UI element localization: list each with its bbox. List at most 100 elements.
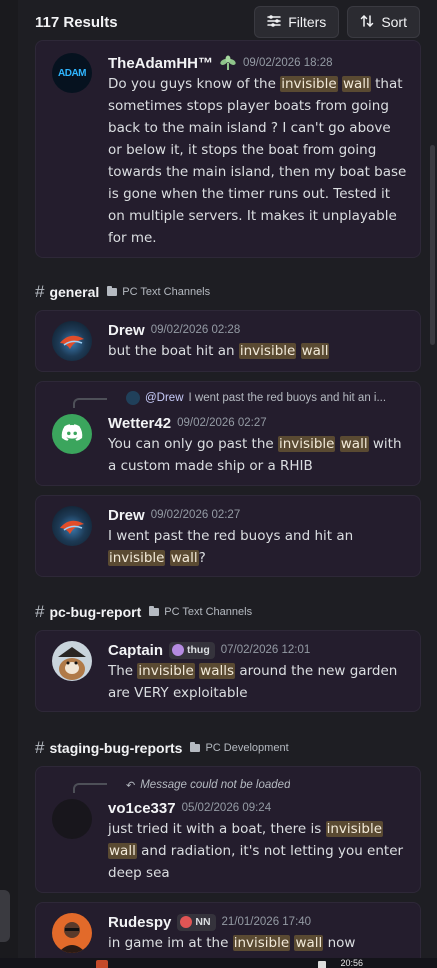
author-name[interactable]: Wetter42 bbox=[108, 415, 171, 432]
reply-connector bbox=[73, 398, 107, 408]
author-name[interactable]: vo1ce337 bbox=[108, 800, 176, 817]
author-name[interactable]: Drew bbox=[108, 322, 145, 339]
filters-button[interactable]: Filters bbox=[254, 6, 340, 38]
avatar[interactable] bbox=[52, 913, 92, 953]
channel-category: PC Text Channels bbox=[122, 286, 211, 298]
search-highlight: invisible bbox=[108, 550, 166, 566]
result-card[interactable]: Drew 09/02/2026 02:28 but the boat hit a… bbox=[35, 310, 421, 372]
search-highlight: wall bbox=[169, 550, 199, 566]
reply-avatar bbox=[126, 391, 140, 405]
message-text-segment: just tried it with a boat, there is bbox=[108, 821, 326, 837]
filters-label: Filters bbox=[288, 14, 327, 30]
message-timestamp: 09/02/2026 02:27 bbox=[150, 509, 241, 521]
hash-icon: # bbox=[35, 602, 45, 621]
results-scrollbar[interactable] bbox=[430, 145, 435, 345]
avatar[interactable] bbox=[52, 321, 92, 361]
reply-author: @Drew bbox=[145, 392, 184, 404]
search-highlight: invisible bbox=[137, 663, 195, 679]
avatar[interactable] bbox=[52, 414, 92, 454]
reply-connector bbox=[73, 783, 107, 793]
message-text-segment: I went past the red buoys and hit an bbox=[108, 528, 354, 544]
left-edge-handle bbox=[0, 890, 10, 942]
result-card[interactable]: Captain thug 07/02/2026 12:01 The invisi… bbox=[35, 630, 421, 712]
avatar-logo-text: ADAM bbox=[58, 67, 87, 79]
left-edge-strip bbox=[0, 0, 18, 968]
message-timestamp: 05/02/2026 09:24 bbox=[181, 802, 272, 814]
message-content: Do you guys know of the invisible wall t… bbox=[108, 73, 408, 249]
avatar[interactable] bbox=[52, 799, 92, 839]
message-text-segment: in game im at the bbox=[108, 935, 233, 951]
message-timestamp: 21/01/2026 17:40 bbox=[221, 916, 312, 928]
message-content: just tried it with a boat, there is invi… bbox=[108, 818, 408, 884]
message-text-segment: that sometimes stops player boats from g… bbox=[108, 76, 407, 246]
clan-tag-badge[interactable]: thug bbox=[169, 641, 215, 659]
skull-icon bbox=[172, 644, 185, 656]
message-text-segment: now bbox=[323, 935, 356, 951]
avatar[interactable] bbox=[52, 641, 92, 681]
message-text-segment bbox=[296, 343, 300, 359]
folder-icon bbox=[190, 742, 201, 752]
search-highlight: wall bbox=[294, 935, 324, 951]
message-text-segment: ? bbox=[198, 550, 206, 566]
sort-button[interactable]: Sort bbox=[347, 6, 420, 38]
taskbar-clock: 20:56 bbox=[340, 958, 363, 968]
message-text-segment: but the boat hit an bbox=[108, 343, 239, 359]
clan-tag-label: NN bbox=[195, 916, 211, 928]
taskbar-tray-icon[interactable] bbox=[318, 961, 326, 968]
search-highlight: invisible bbox=[232, 935, 291, 951]
message-timestamp: 09/02/2026 02:27 bbox=[177, 417, 267, 429]
reply-arrow-icon: ↶ bbox=[126, 779, 136, 792]
message-text-segment: Do you guys know of the bbox=[108, 76, 281, 92]
message-content: You can only go past the invisible wall … bbox=[108, 433, 408, 477]
author-name[interactable]: Drew bbox=[108, 507, 145, 524]
avatar[interactable] bbox=[52, 506, 92, 546]
result-card[interactable]: ADAM TheAdamHH™ 09/02/2026 18:28 Do you … bbox=[35, 40, 421, 258]
result-card[interactable]: @Drew I went past the red buoys and hit … bbox=[35, 381, 421, 486]
message-content: I went past the red buoys and hit an inv… bbox=[108, 525, 408, 569]
result-card[interactable]: Drew 09/02/2026 02:27 I went past the re… bbox=[35, 495, 421, 577]
message-content: The invisible walls around the new garde… bbox=[108, 660, 408, 704]
os-taskbar: 20:56 bbox=[0, 958, 437, 968]
search-highlight: wall bbox=[300, 343, 330, 359]
search-results-panel: 117 Results Filters Sort ADAM TheAdamHH™ bbox=[18, 0, 437, 968]
reply-preview[interactable]: @Drew I went past the red buoys and hit … bbox=[126, 390, 408, 406]
clan-tag-label: thug bbox=[187, 644, 210, 656]
message-content: but the boat hit an invisible wall bbox=[108, 340, 408, 362]
author-name[interactable]: TheAdamHH™ bbox=[108, 55, 213, 72]
channel-name: general bbox=[49, 284, 100, 300]
hash-icon: # bbox=[35, 282, 45, 301]
skull-icon bbox=[180, 916, 193, 928]
taskbar-app-icon[interactable] bbox=[96, 960, 108, 968]
results-count: 117 Results bbox=[35, 13, 118, 31]
sort-arrows-icon bbox=[360, 14, 374, 31]
clan-tag-badge[interactable]: NN bbox=[177, 913, 216, 931]
hash-icon: # bbox=[35, 738, 45, 757]
message-text-segment: and radiation, it's not letting you ente… bbox=[108, 843, 404, 881]
channel-name: staging-bug-reports bbox=[49, 740, 183, 756]
message-timestamp: 09/02/2026 18:28 bbox=[243, 57, 333, 69]
search-highlight: wall bbox=[341, 76, 371, 92]
server-tag-plant-icon bbox=[219, 55, 237, 71]
channel-header[interactable]: # staging-bug-reports PC Development bbox=[35, 738, 289, 758]
author-name[interactable]: Rudespy bbox=[108, 914, 171, 931]
result-card[interactable]: ↶ Message could not be loaded vo1ce337 0… bbox=[35, 766, 421, 893]
channel-name: pc-bug-report bbox=[49, 604, 142, 620]
channel-category: PC Text Channels bbox=[164, 606, 253, 618]
avatar[interactable]: ADAM bbox=[52, 53, 92, 93]
search-highlight: wall bbox=[339, 436, 369, 452]
sliders-icon bbox=[267, 14, 281, 31]
channel-header[interactable]: # general PC Text Channels bbox=[35, 282, 210, 302]
channel-header[interactable]: # pc-bug-report PC Text Channels bbox=[35, 602, 252, 622]
message-timestamp: 09/02/2026 02:28 bbox=[150, 324, 241, 336]
sort-label: Sort bbox=[381, 14, 407, 30]
reply-text: Message could not be loaded bbox=[140, 779, 291, 791]
results-header: 117 Results Filters Sort bbox=[18, 0, 437, 44]
discord-logo-icon bbox=[61, 423, 83, 445]
message-text-segment: You can only go past the bbox=[108, 436, 278, 452]
channel-category: PC Development bbox=[205, 742, 289, 754]
search-highlight: invisible bbox=[238, 343, 297, 359]
search-highlight: wall bbox=[108, 843, 137, 859]
reply-text: I went past the red buoys and hit an i..… bbox=[188, 392, 387, 404]
author-name[interactable]: Captain bbox=[108, 642, 163, 659]
search-highlight: invisible bbox=[277, 436, 336, 452]
